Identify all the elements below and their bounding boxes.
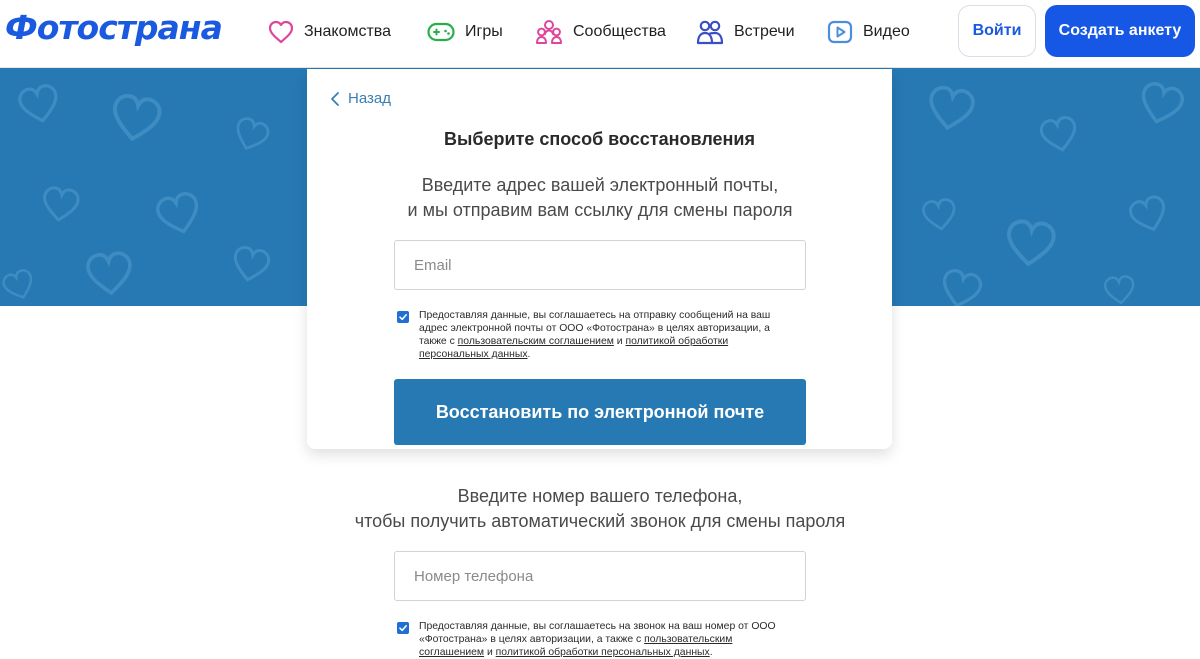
consent-text-and: и bbox=[484, 647, 496, 658]
consent-text-end: . bbox=[527, 349, 531, 360]
consent-text-and: и bbox=[613, 336, 626, 347]
video-icon bbox=[827, 20, 853, 44]
nav-item-communities[interactable]: Сообщества bbox=[535, 14, 666, 50]
chevron-left-icon bbox=[331, 91, 339, 106]
nav-item-games[interactable]: Игры bbox=[427, 14, 503, 50]
site-logo[interactable]: Фотострана bbox=[5, 8, 223, 47]
phone-field[interactable] bbox=[394, 551, 806, 601]
nav-item-video[interactable]: Видео bbox=[827, 14, 910, 50]
checkmark-icon bbox=[399, 314, 407, 321]
recover-by-email-button[interactable]: Восстановить по электронной почте bbox=[394, 379, 806, 445]
checkmark-icon bbox=[399, 625, 407, 632]
nav-label: Встречи bbox=[734, 23, 795, 40]
email-intro: Введите адрес вашей электронный почты, и… bbox=[250, 173, 950, 223]
people-icon bbox=[696, 20, 724, 45]
phone-consent-text: Предоставляя данные, вы соглашаетесь на … bbox=[419, 620, 799, 659]
nav-label: Знакомства bbox=[304, 23, 392, 40]
nav-item-meetings[interactable]: Встречи bbox=[696, 14, 795, 50]
nav-label: Сообщества bbox=[573, 23, 666, 40]
email-consent-text: Предоставляя данные, вы соглашаетесь на … bbox=[419, 309, 799, 361]
login-button[interactable]: Войти bbox=[958, 5, 1036, 57]
phone-consent: Предоставляя данные, вы соглашаетесь на … bbox=[397, 620, 799, 659]
community-icon bbox=[536, 20, 562, 44]
phone-consent-checkbox[interactable] bbox=[397, 622, 409, 634]
heart-icon bbox=[268, 20, 294, 44]
user-agreement-link[interactable]: пользовательским соглашением bbox=[458, 336, 614, 347]
phone-intro-line1: Введите номер вашего телефона, bbox=[457, 486, 743, 506]
email-intro-line2: и мы отправим вам ссылку для смены парол… bbox=[407, 200, 793, 220]
nav-item-dating[interactable]: Знакомства bbox=[268, 14, 391, 50]
phone-intro: Введите номер вашего телефона, чтобы пол… bbox=[250, 484, 950, 534]
privacy-policy-link[interactable]: политикой обработки персональных данных bbox=[496, 647, 710, 658]
back-label: Назад bbox=[348, 90, 391, 107]
page-title: Выберите способ восстановления bbox=[444, 129, 755, 149]
phone-intro-line2: чтобы получить автоматический звонок для… bbox=[354, 511, 846, 531]
email-consent-checkbox[interactable] bbox=[397, 311, 409, 323]
email-field[interactable] bbox=[394, 240, 806, 290]
top-header: Фотострана Знакомства Игры Сообщества Вс… bbox=[0, 0, 1200, 68]
consent-text-end: . bbox=[709, 647, 713, 658]
create-profile-button[interactable]: Создать анкету bbox=[1045, 5, 1195, 57]
email-intro-line1: Введите адрес вашей электронный почты, bbox=[421, 175, 779, 195]
nav-label: Видео bbox=[863, 23, 910, 40]
back-link[interactable]: Назад bbox=[330, 90, 391, 107]
email-consent: Предоставляя данные, вы соглашаетесь на … bbox=[397, 309, 799, 361]
nav-label: Игры bbox=[465, 23, 503, 40]
gamepad-icon bbox=[427, 22, 455, 42]
